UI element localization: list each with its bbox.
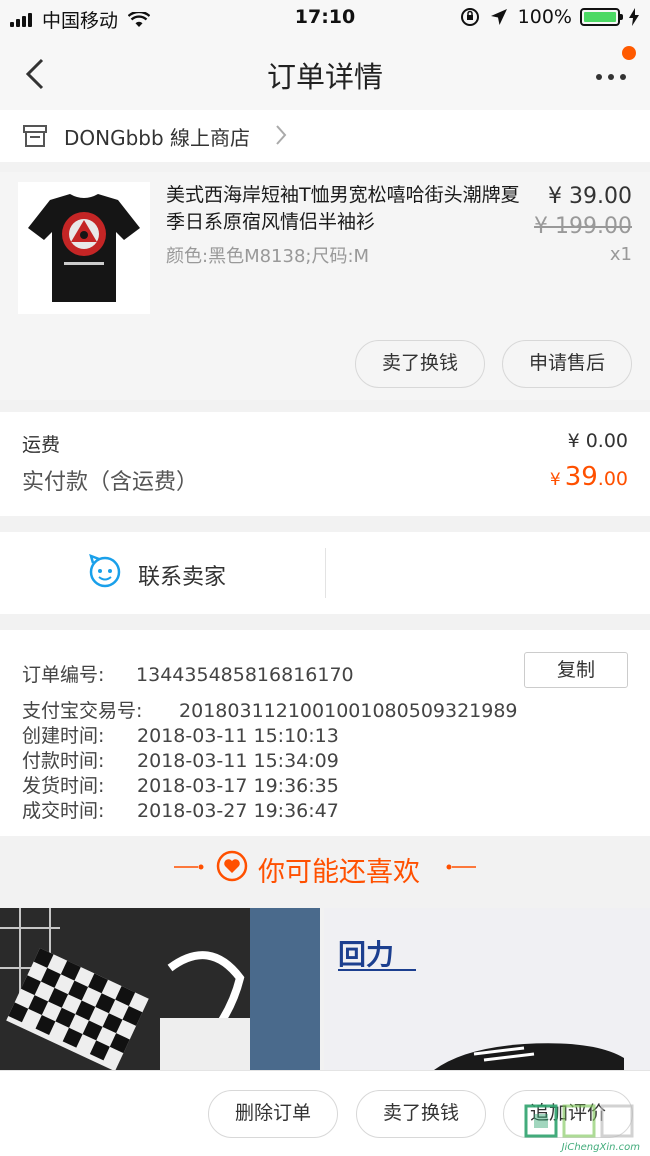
shipping-label: 运费: [22, 434, 61, 456]
created-time-value: 2018-03-11 15:10:13: [137, 725, 339, 747]
sell-button[interactable]: 卖了换钱: [355, 340, 485, 388]
location-icon: [490, 9, 507, 25]
closed-time-row: 成交时间: 2018-03-27 19:36:47: [22, 796, 339, 823]
paid-currency: ¥: [549, 470, 561, 490]
product-sku: 颜色:黑色M8138;尺码:M: [166, 246, 370, 267]
sell-button-bottom[interactable]: 卖了换钱: [356, 1090, 486, 1138]
product-title[interactable]: 美式西海岸短袖T恤男宽松嘻哈街头潮牌夏季日系原宿风情侣半袖衫: [166, 182, 526, 236]
contact-seller-label: 联系卖家: [138, 565, 227, 590]
decor-line-left: [174, 864, 204, 870]
recommend-title: 你可能还喜欢: [258, 857, 420, 888]
copy-button[interactable]: 复制: [524, 652, 628, 688]
watermark-text: JiChengXin.com: [561, 1142, 640, 1153]
product-price: ¥ 39.00: [548, 184, 632, 209]
brand-shoe-image: 回力: [324, 908, 650, 1070]
contact-section: 联系卖家: [0, 532, 650, 614]
shipped-time-row: 发货时间: 2018-03-17 19:36:35: [22, 771, 339, 798]
charging-icon: [629, 8, 639, 26]
page-title: 订单详情: [266, 60, 383, 94]
cost-summary: 运费 ¥ 0.00 实付款（含运费） ¥39.00: [0, 412, 650, 516]
paid-int: 39: [564, 462, 598, 492]
chat-face-icon: [89, 554, 121, 588]
battery-percent: 100%: [517, 6, 572, 28]
shop-row[interactable]: DONGbbb 線上商店: [0, 110, 650, 162]
recommend-header: 你可能还喜欢: [0, 836, 650, 908]
battery-icon: [580, 8, 623, 26]
delete-order-button[interactable]: 删除订单: [208, 1090, 338, 1138]
alipay-number-key: 支付宝交易号:: [22, 700, 143, 722]
watermark-logo: [524, 1104, 634, 1138]
checkered-shoes-image: [0, 908, 320, 1070]
paid-time-row: 付款时间: 2018-03-11 15:34:09: [22, 746, 339, 773]
alipay-number-row: 支付宝交易号: 2018031121001001080509321989: [22, 696, 518, 723]
more-icon[interactable]: [594, 62, 628, 82]
recommended-product-2[interactable]: 回力: [324, 908, 650, 1070]
closed-time-value: 2018-03-27 19:36:47: [137, 800, 339, 822]
paid-time-value: 2018-03-11 15:34:09: [137, 750, 339, 772]
paid-amount: ¥39.00: [550, 462, 628, 492]
order-number-value[interactable]: 134435485816816170: [136, 664, 354, 686]
site-watermark: JiChengXin.com: [524, 1104, 644, 1153]
product-quantity: x1: [609, 244, 632, 265]
order-item[interactable]: 美式西海岸短袖T恤男宽松嘻哈街头潮牌夏季日系原宿风情侣半袖衫 颜色:黑色M813…: [0, 172, 650, 400]
notification-badge: [622, 46, 636, 60]
status-bar: 中国移动 17:10 100%: [0, 0, 650, 36]
paid-time-key: 付款时间:: [22, 750, 105, 772]
order-info: 订单编号: 134435485816816170 复制 支付宝交易号: 2018…: [0, 630, 650, 836]
closed-time-key: 成交时间:: [22, 800, 105, 822]
rotation-lock-icon: [460, 8, 479, 26]
store-icon: [23, 125, 47, 147]
alipay-number-value: 2018031121001001080509321989: [179, 700, 518, 722]
product-original-price: ¥ 199.00: [534, 214, 632, 239]
product-thumbnail[interactable]: [18, 182, 150, 314]
decor-line-right: [446, 864, 476, 870]
after-sale-button[interactable]: 申请售后: [502, 340, 632, 388]
shipping-value: ¥ 0.00: [567, 430, 628, 452]
order-number-row: 订单编号: 134435485816816170: [22, 660, 354, 687]
shipped-time-key: 发货时间:: [22, 775, 105, 797]
paid-label: 实付款（含运费）: [22, 470, 199, 495]
heart-icon: [216, 850, 248, 882]
recommended-product-1[interactable]: [0, 908, 320, 1070]
chevron-right-icon: [276, 125, 287, 145]
divider: [325, 548, 326, 598]
brand-logo-text: 回力: [338, 938, 394, 971]
created-time-row: 创建时间: 2018-03-11 15:10:13: [22, 721, 339, 748]
shop-name: DONGbbb 線上商店: [64, 126, 251, 150]
created-time-key: 创建时间:: [22, 725, 105, 747]
nav-bar: 订单详情: [0, 36, 650, 110]
paid-dec: .00: [597, 468, 628, 490]
order-number-key: 订单编号:: [22, 664, 105, 686]
shipped-time-value: 2018-03-17 19:36:35: [137, 775, 339, 797]
contact-seller-button[interactable]: 联系卖家: [0, 532, 325, 614]
